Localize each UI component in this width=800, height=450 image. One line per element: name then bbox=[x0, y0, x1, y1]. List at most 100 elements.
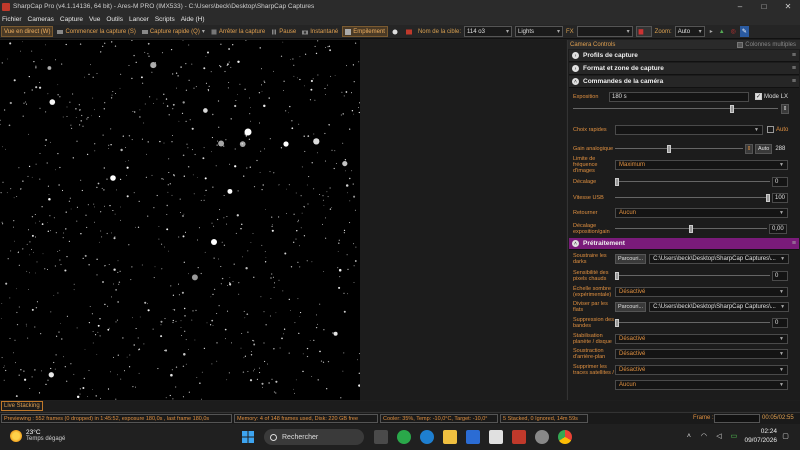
slider-thumb[interactable] bbox=[689, 224, 693, 233]
menu-help[interactable]: Aide (H) bbox=[181, 16, 205, 23]
flip-select[interactable]: Aucun ▼ bbox=[615, 208, 788, 218]
banding-input[interactable]: 0 bbox=[772, 317, 788, 328]
fx-select[interactable]: ▾ bbox=[576, 26, 633, 37]
hot-pixel-slider[interactable] bbox=[615, 271, 770, 281]
task-view-icon[interactable] bbox=[374, 430, 388, 444]
clock[interactable]: 02:24 09/07/2026 bbox=[744, 427, 777, 445]
chrome-icon[interactable] bbox=[558, 430, 572, 444]
dark-scale-select[interactable]: Désactivé ▼ bbox=[615, 286, 788, 297]
usb-speed-input[interactable]: 100 bbox=[772, 193, 788, 203]
slider-thumb[interactable] bbox=[729, 105, 734, 113]
usb-speed-slider[interactable] bbox=[615, 193, 770, 203]
frame-type-select[interactable]: Lights ▾ bbox=[515, 26, 563, 37]
brush-button[interactable]: ✎ bbox=[739, 26, 749, 37]
section-preprocessing[interactable]: ˄ Prétraitement ≡ bbox=[569, 238, 799, 250]
close-button[interactable]: ✕ bbox=[776, 0, 800, 13]
banding-slider[interactable] bbox=[615, 318, 770, 328]
star bbox=[175, 320, 177, 322]
windows-start-icon[interactable] bbox=[241, 430, 255, 444]
offset-slider[interactable] bbox=[615, 177, 770, 187]
star bbox=[31, 376, 33, 378]
background-select[interactable]: Désactivé ▼ bbox=[615, 349, 788, 359]
maximize-button[interactable]: □ bbox=[752, 0, 776, 13]
auto-checkbox[interactable] bbox=[767, 126, 774, 133]
quick-choice-select[interactable]: ▼ bbox=[615, 124, 763, 135]
section-format[interactable]: › Format et zone de capture ≡ bbox=[569, 63, 799, 75]
reticle-button[interactable]: ◎ bbox=[729, 26, 738, 37]
star bbox=[275, 312, 277, 314]
quick-capture-button[interactable]: Capture rapide (Q) ▾ bbox=[140, 26, 207, 37]
section-capture-profiles[interactable]: › Profils de capture ≡ bbox=[569, 50, 799, 62]
hamburger-icon[interactable]: ≡ bbox=[792, 65, 796, 72]
last-select[interactable]: Aucun ▼ bbox=[615, 380, 788, 390]
offset-input[interactable]: 0 bbox=[772, 177, 788, 187]
planet-stab-select[interactable]: Désactivé ▼ bbox=[615, 333, 788, 344]
menu-file[interactable]: Fichier bbox=[2, 16, 22, 23]
darks-path-select[interactable]: C:\Users\beck\Desktop\SharpCap Captures\… bbox=[649, 254, 790, 264]
menu-cameras[interactable]: Cameras bbox=[28, 16, 54, 23]
slider-thumb[interactable] bbox=[615, 178, 619, 186]
menu-launch[interactable]: Lancer bbox=[129, 16, 149, 23]
slider-thumb[interactable] bbox=[615, 318, 619, 327]
edge-icon[interactable] bbox=[420, 430, 434, 444]
xbox-app-icon[interactable] bbox=[397, 430, 411, 444]
hot-pixel-input[interactable]: 0 bbox=[772, 270, 788, 281]
menu-view[interactable]: Vue bbox=[89, 16, 100, 23]
slider-thumb[interactable] bbox=[667, 145, 672, 153]
target-name-input[interactable]: 114 o3 ▾ bbox=[464, 26, 512, 37]
menu-capture[interactable]: Capture bbox=[60, 16, 83, 23]
chevron-up-icon[interactable]: ˄ bbox=[684, 432, 693, 441]
file-explorer-icon[interactable] bbox=[443, 430, 457, 444]
snapshot-button[interactable]: Instantané bbox=[300, 26, 340, 37]
star bbox=[294, 322, 296, 324]
multi-columns-checkbox[interactable] bbox=[737, 41, 744, 48]
flats-browse-button[interactable]: Parcouri... bbox=[615, 301, 647, 312]
stop-capture-button[interactable]: Arrêter la capture bbox=[209, 26, 267, 37]
volume-icon[interactable]: ◁ bbox=[714, 432, 723, 441]
battery-icon[interactable]: ▭ bbox=[729, 432, 738, 441]
minimize-button[interactable]: – bbox=[728, 0, 752, 13]
frame-rate-limit-select[interactable]: Maximum ▼ bbox=[615, 160, 788, 170]
exposure-slider[interactable] bbox=[573, 104, 778, 114]
exposure-gain-offset-slider[interactable] bbox=[615, 224, 767, 234]
zoom-select[interactable]: Auto ▾ bbox=[674, 26, 705, 37]
photos-icon[interactable] bbox=[489, 430, 503, 444]
star bbox=[131, 266, 133, 268]
camera-image-view[interactable] bbox=[0, 40, 360, 400]
live-view-button[interactable]: Vue en direct (W) bbox=[1, 26, 54, 37]
menu-tools[interactable]: Outils bbox=[106, 16, 123, 23]
exposure-gain-offset-input[interactable]: 0,00 bbox=[769, 223, 787, 234]
zoom-arrow-button[interactable]: ▸ bbox=[708, 26, 715, 37]
app-icon[interactable] bbox=[535, 430, 549, 444]
weather-widget[interactable]: 23°C Temps dégagé bbox=[10, 429, 65, 442]
hamburger-icon[interactable]: ≡ bbox=[792, 52, 796, 59]
menu-scripts[interactable]: Scripts bbox=[155, 16, 175, 23]
polar-align-button[interactable]: ▲ bbox=[717, 26, 727, 37]
taskbar-search[interactable]: Rechercher bbox=[264, 429, 364, 445]
slider-thumb[interactable] bbox=[615, 271, 619, 280]
target-icon-button[interactable] bbox=[404, 26, 416, 37]
gain-slider[interactable] bbox=[615, 144, 743, 154]
section-camera-controls[interactable]: ˄ Commandes de la caméra ≡ bbox=[569, 76, 799, 88]
slider-thumb[interactable] bbox=[766, 194, 770, 202]
sharpcap-taskbar-icon[interactable] bbox=[512, 430, 526, 444]
live-stacking-tab[interactable]: Live Stacking bbox=[1, 401, 43, 411]
stacking-button[interactable]: Empilement bbox=[342, 26, 388, 37]
notification-icon[interactable]: ▢ bbox=[781, 432, 790, 441]
histogram-button[interactable]: ▆ bbox=[635, 26, 652, 37]
darks-browse-button[interactable]: Parcouri... bbox=[615, 254, 647, 264]
satellite-select[interactable]: Désactivé ▼ bbox=[615, 365, 788, 375]
wifi-icon[interactable]: ◠ bbox=[699, 432, 708, 441]
hamburger-icon[interactable]: ≡ bbox=[792, 78, 796, 85]
lx-mode-checkbox[interactable]: ✓ bbox=[755, 93, 762, 100]
gain-stepper[interactable]: ⇕ bbox=[745, 144, 753, 154]
start-capture-button[interactable]: Commencer la capture (S) bbox=[55, 26, 137, 37]
exposure-stepper[interactable]: ⇕ bbox=[781, 104, 789, 114]
pause-button[interactable]: Pause bbox=[269, 26, 298, 37]
hamburger-icon[interactable]: ≡ bbox=[792, 240, 796, 247]
record-toggle[interactable] bbox=[390, 26, 402, 37]
store-icon[interactable] bbox=[466, 430, 480, 444]
flats-path-select[interactable]: C:\Users\beck\Desktop\SharpCap Captures\… bbox=[649, 301, 790, 312]
gain-auto-button[interactable]: Auto bbox=[755, 144, 773, 154]
exposure-input[interactable]: 180 s bbox=[609, 91, 749, 102]
